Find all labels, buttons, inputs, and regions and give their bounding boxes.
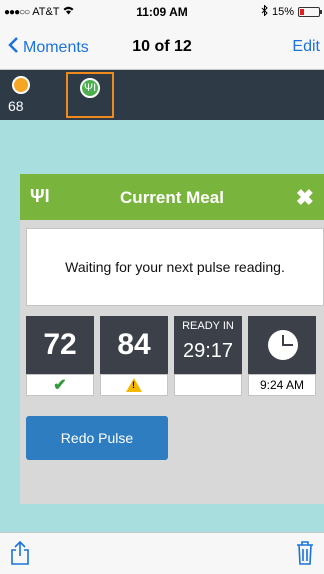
countdown-timer: 29:17 bbox=[182, 340, 234, 362]
moments-strip: 68 ΨΙ bbox=[0, 70, 324, 120]
battery-percent: 15% bbox=[271, 6, 294, 18]
current-meal-dialog: ΨΙ Current Meal ✖ Waiting for your next … bbox=[20, 174, 324, 504]
reading-tile-2: 84 ! bbox=[100, 316, 168, 396]
fork-knife-icon: ΨΙ bbox=[80, 78, 100, 98]
share-icon[interactable] bbox=[10, 540, 30, 570]
pulse-value-1: 72 bbox=[43, 328, 77, 361]
ready-in-tile: READY IN 29:17 bbox=[174, 316, 242, 396]
status-message: Waiting for your next pulse reading. bbox=[26, 228, 324, 306]
close-icon[interactable]: ✖ bbox=[296, 185, 314, 211]
bluetooth-icon bbox=[261, 4, 268, 19]
redo-pulse-button[interactable]: Redo Pulse bbox=[26, 416, 168, 460]
dialog-title: Current Meal bbox=[120, 188, 224, 207]
pulse-value-2: 84 bbox=[117, 328, 151, 361]
checkmark-icon: ✔ bbox=[53, 377, 67, 394]
ready-in-label: READY IN bbox=[182, 320, 234, 332]
sun-value: 68 bbox=[8, 98, 24, 114]
warning-icon: ! bbox=[126, 378, 142, 392]
status-bar: ●●●○○ AT&T 11:09 AM 15% bbox=[0, 0, 324, 24]
meal-moment-selected[interactable]: ΨΙ bbox=[66, 72, 114, 118]
page-title: 10 of 12 bbox=[132, 38, 192, 55]
battery-info: 15% bbox=[261, 4, 322, 19]
reading-tile-1: 72 ✔ bbox=[26, 316, 94, 396]
time-caption: 9:24 AM bbox=[248, 374, 316, 396]
clock-icon bbox=[268, 330, 298, 360]
edit-button[interactable]: Edit bbox=[292, 38, 320, 56]
time-tile: 9:24 AM bbox=[248, 316, 316, 396]
navigation-bar: Moments 10 of 12 Edit bbox=[0, 24, 324, 70]
battery-icon bbox=[298, 7, 322, 17]
sun-icon bbox=[12, 76, 30, 94]
dialog-header: ΨΙ Current Meal ✖ bbox=[20, 174, 324, 220]
trash-icon[interactable] bbox=[296, 541, 314, 570]
bottom-toolbar bbox=[0, 532, 324, 574]
